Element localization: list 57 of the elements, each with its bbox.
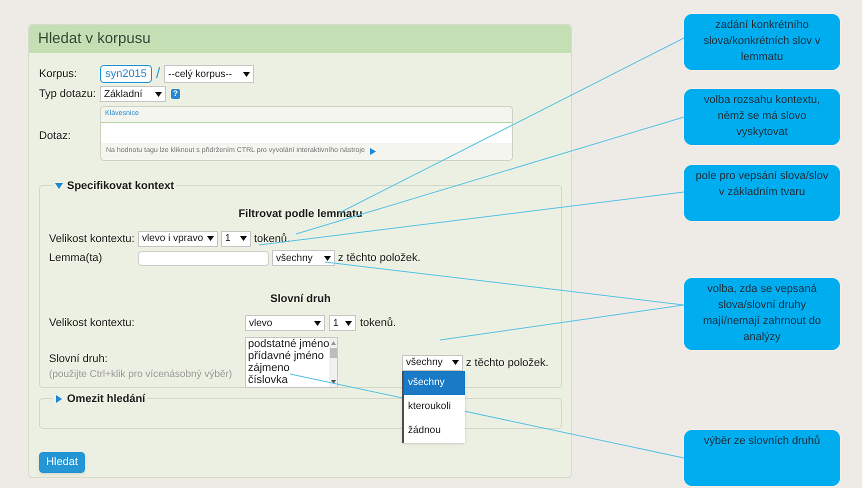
section-heading: Filtrovat podle lemmatu (237, 207, 364, 222)
caret-icon (207, 236, 214, 242)
callout-box: pole pro vepsání slova/slov v základním tvaru (684, 165, 840, 221)
collapse-icon[interactable] (55, 182, 63, 190)
hint-text: (použijte Ctrl+klik pro vícenásobný výběr) (49, 368, 234, 382)
suffix-text: z těchto položek. (338, 251, 421, 266)
mode-dropdown[interactable]: všechny (272, 250, 335, 266)
unit-text: tokenů. (360, 316, 396, 331)
count-dropdown[interactable]: 1 (329, 315, 356, 332)
query-type-dropdown[interactable]: Základní (100, 86, 166, 102)
scroll-up-icon[interactable] (330, 340, 336, 344)
field-label: Korpus: (39, 66, 78, 82)
list-item[interactable]: číslovka (248, 374, 330, 386)
corpus-button[interactable]: syn2015 (100, 65, 152, 83)
caret-icon (324, 256, 331, 261)
list-item[interactable]: zájmeno (248, 362, 330, 374)
field-label: Dotaz: (39, 129, 72, 144)
count-dropdown[interactable]: 1 (221, 230, 251, 247)
panel-title: Hledat v korpusu (38, 28, 151, 49)
separator-text: / (156, 64, 160, 84)
callout-box: výběr ze slovních druhů (684, 430, 840, 486)
section-heading: Slovní druh (269, 292, 332, 306)
direction-dropdown[interactable]: vlevo i vpravo (138, 230, 218, 247)
caret-icon (243, 72, 250, 76)
caret-icon (314, 320, 321, 326)
dropdown-option[interactable]: kteroukoli (404, 394, 465, 418)
direction-dropdown[interactable]: vlevo (245, 315, 325, 332)
field-label: Typ dotazu: (39, 86, 97, 102)
subcorpus-dropdown[interactable]: --celý korpus-- (164, 65, 254, 83)
caret-icon (155, 92, 162, 96)
dropdown-option[interactable]: žádnou (404, 418, 465, 442)
pos-listbox[interactable]: podstatné jméno přídavné jméno zájmeno číslovka (245, 336, 338, 388)
field-label: Slovní druh: (49, 352, 109, 366)
field-label: Lemma(ta) (49, 251, 104, 266)
callout-box: volba rozsahu kontextu, němž se má slovo vyskytovat (684, 89, 840, 145)
help-icon[interactable]: ? (171, 89, 180, 99)
caret-icon (452, 360, 459, 366)
list-item[interactable]: přídavné jméno (248, 350, 330, 362)
unit-text: tokenů. (254, 232, 290, 246)
callout-box: volba, zda se vepsaná slova/slovní druhy mají/nemají zahrnout do analýzy (684, 278, 840, 350)
mode-dropdown[interactable]: všechny (402, 354, 463, 371)
caret-icon (345, 320, 352, 326)
suffix-text: z těchto položek. (466, 356, 549, 370)
field-label: Velikost kontextu: (49, 232, 135, 246)
list-item[interactable]: podstatné jméno (248, 338, 330, 350)
scroll-down-icon[interactable] (330, 380, 336, 384)
section-title[interactable]: Specifikovat kontext (67, 178, 174, 194)
scrollbar[interactable] (329, 338, 337, 386)
callout-box: zadání konkrétního slova/konkrétních slov v lemmatu (684, 14, 840, 70)
caret-icon (240, 236, 247, 242)
lemma-input[interactable] (138, 250, 269, 266)
field-label: Velikost kontextu: (49, 316, 136, 331)
dropdown-option[interactable]: všechny (404, 370, 465, 394)
expand-icon[interactable] (55, 395, 63, 404)
query-input[interactable] (101, 122, 512, 144)
section-title[interactable]: Omezit hledání (67, 391, 146, 408)
play-icon[interactable] (370, 148, 376, 156)
